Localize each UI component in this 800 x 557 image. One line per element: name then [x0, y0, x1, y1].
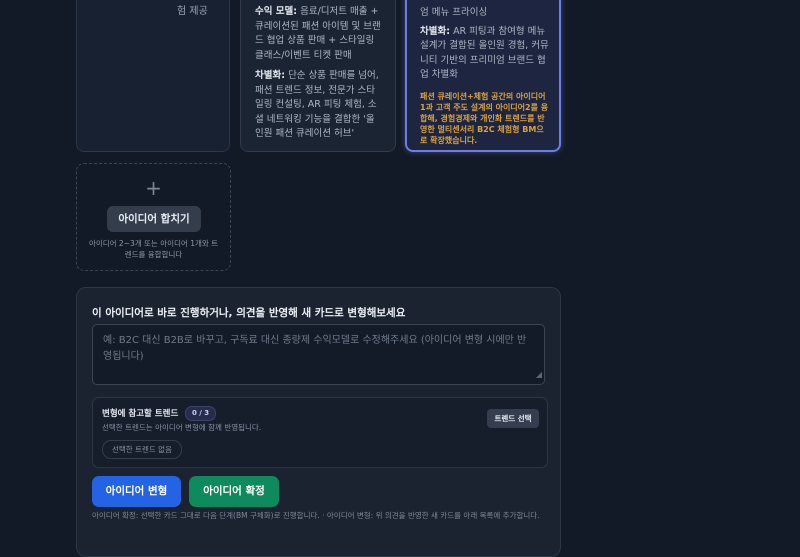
confirm-idea-button[interactable]: 아이디어 확정	[189, 476, 279, 507]
transform-idea-button[interactable]: 아이디어 변형	[92, 476, 181, 507]
feedback-textarea[interactable]: 예: B2C 대신 B2B로 바꾸고, 구독료 대신 종량제 수익모델로 수정해…	[92, 324, 545, 385]
revenue-label: 수익 모델:	[255, 6, 298, 17]
trend-section: 변형에 참고할 트렌드 0 / 3 선택한 트렌드는 아이디어 변형에 함께 반…	[92, 397, 548, 468]
merge-help-text: 아이디어 2~3개 또는 아이디어 1개와 트렌드를 융합합니다	[88, 239, 219, 259]
selected-diff: 차별화: AR 피팅과 참여형 메뉴 설계가 결합된 올인원 경험, 커뮤니티 …	[420, 25, 549, 83]
plus-icon: +	[145, 176, 162, 200]
idea-card-1[interactable]: 운 쇼핑 경험 제공	[76, 0, 230, 152]
panel-title: 이 아이디어로 바로 진행하거나, 의견을 반영해 새 카드로 변형해보세요	[92, 307, 406, 319]
select-trend-button[interactable]: 트렌드 선택	[487, 409, 539, 428]
resize-grip-icon[interactable]: ◢	[536, 367, 542, 383]
idea-card-selected[interactable]: 엄 메뉴 프라이싱 차별화: AR 피팅과 참여형 메뉴 설계가 결합된 올인원…	[405, 0, 561, 152]
trend-subtitle: 선택한 트렌드는 아이디어 변형에 함께 반영됩니다.	[102, 423, 262, 432]
panel-footnote: 아이디어 확정: 선택한 카드 그대로 다음 단계(BM 구체화)로 진행합니다…	[92, 511, 540, 520]
trend-count-badge: 0 / 3	[185, 406, 217, 421]
feedback-placeholder: 예: B2C 대신 B2B로 바꾸고, 구독료 대신 종량제 수익모델로 수정해…	[103, 335, 527, 362]
feedback-panel: 이 아이디어로 바로 진행하거나, 의견을 반영해 새 카드로 변형해보세요 예…	[76, 287, 561, 557]
merge-ideas-button[interactable]: 아이디어 합치기	[107, 206, 201, 232]
idea-card-1-text: 운 쇼핑 경험 제공	[177, 0, 220, 17]
selected-diff-label: 차별화:	[420, 25, 451, 37]
idea-card-2[interactable]: 수익 모델: 음료/디저트 매출 + 큐레이션된 패션 아이템 및 브랜드 협업…	[240, 0, 396, 152]
idea-card-2-diff: 차별화: 단순 상품 판매를 넘어, 패션 트렌드 정보, 전문가 스타일링 컨…	[255, 69, 383, 142]
diff-label: 차별화:	[255, 70, 286, 81]
trend-title: 변형에 참고할 트렌드	[102, 409, 179, 419]
fusion-note: 패션 큐레이션+체험 공간의 아이디어1과 고객 주도 설계의 아이디어2를 융…	[420, 91, 549, 145]
no-trend-pill: 선택한 트렌드 없음	[102, 440, 182, 459]
idea-card-2-revenue: 수익 모델: 음료/디저트 매출 + 큐레이션된 패션 아이템 및 브랜드 협업…	[255, 5, 383, 63]
selected-top-text: 엄 메뉴 프라이싱	[420, 7, 488, 18]
merge-ideas-slot[interactable]: + 아이디어 합치기 아이디어 2~3개 또는 아이디어 1개와 트렌드를 융합…	[76, 163, 231, 271]
